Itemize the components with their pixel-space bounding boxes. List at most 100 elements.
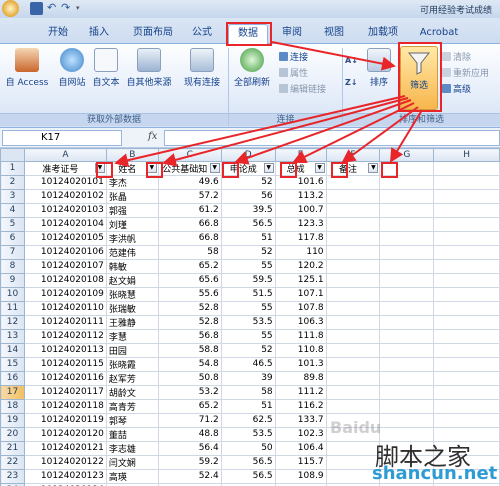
cell[interactable]: 10124020111 — [23, 314, 107, 330]
header-cell[interactable]: 姓名 ▼ — [105, 160, 159, 176]
row-header[interactable]: 12 — [0, 314, 25, 330]
cell[interactable]: 39 — [220, 370, 276, 386]
sort-za-button[interactable]: Z↓ — [345, 78, 358, 87]
existing-connections-button[interactable]: 现有连接 — [181, 48, 223, 88]
cell[interactable] — [325, 286, 381, 302]
filter-dropdown-icon[interactable]: ▼ — [94, 162, 105, 173]
cell[interactable]: 54.8 — [157, 356, 222, 372]
row-header[interactable]: 15 — [0, 356, 25, 372]
cell[interactable]: 110 — [274, 244, 327, 260]
cell[interactable]: 56 — [220, 188, 276, 204]
cell[interactable]: 65.6 — [157, 272, 222, 288]
cell[interactable]: 10124020120 — [23, 426, 107, 442]
office-button[interactable] — [2, 0, 19, 17]
cell[interactable]: 10124020108 — [23, 272, 107, 288]
row-header[interactable]: 22 — [0, 454, 25, 470]
cell[interactable]: 51.5 — [220, 286, 276, 302]
cell[interactable] — [379, 188, 435, 204]
cell[interactable]: 66.8 — [157, 216, 222, 232]
cell[interactable]: 52.4 — [157, 468, 222, 484]
cell[interactable]: 55 — [220, 258, 276, 274]
cell[interactable]: 56.4 — [157, 440, 222, 456]
cell[interactable] — [433, 244, 500, 260]
cell[interactable] — [379, 160, 435, 176]
cell[interactable] — [433, 174, 500, 190]
cell[interactable] — [325, 328, 381, 344]
cell[interactable]: 100.7 — [274, 202, 327, 218]
row-header[interactable]: 14 — [0, 342, 25, 358]
redo-icon[interactable]: ↷ — [61, 2, 74, 15]
cell[interactable]: 10124020113 — [23, 342, 107, 358]
cell[interactable]: 10124020106 — [23, 244, 107, 260]
qat-customize-icon[interactable]: ▾ — [76, 2, 89, 15]
cell[interactable]: 116.2 — [274, 398, 327, 414]
cell[interactable]: 10124020104 — [23, 216, 107, 232]
cell[interactable]: 39.5 — [220, 202, 276, 218]
cell[interactable]: 106.4 — [274, 440, 327, 456]
tab-page-layout[interactable]: 页面布局 — [128, 24, 178, 44]
cell[interactable]: 110.8 — [274, 342, 327, 358]
cell[interactable]: 56.8 — [157, 328, 222, 344]
cell[interactable] — [379, 216, 435, 232]
cell[interactable]: 郭琴 — [105, 412, 159, 428]
tab-data[interactable]: 数据 — [228, 24, 268, 44]
cell[interactable] — [433, 314, 500, 330]
row-header[interactable]: 18 — [0, 398, 25, 414]
row-header[interactable]: 21 — [0, 440, 25, 456]
cell[interactable]: 58 — [157, 244, 222, 260]
cell[interactable]: 49.6 — [157, 174, 222, 190]
cell[interactable]: 59.5 — [220, 272, 276, 288]
cell[interactable]: 张瑞敏 — [105, 300, 159, 316]
cell[interactable]: 10124020115 — [23, 356, 107, 372]
cell[interactable]: 10124020109 — [23, 286, 107, 302]
cell[interactable] — [433, 272, 500, 288]
cell[interactable]: 106.3 — [274, 314, 327, 330]
cell[interactable]: 125.1 — [274, 272, 327, 288]
cell[interactable]: 刘瑾 — [105, 216, 159, 232]
cell[interactable] — [325, 202, 381, 218]
row-header[interactable]: 4 — [0, 202, 25, 218]
cell[interactable]: 10124020112 — [23, 328, 107, 344]
row-header[interactable]: 16 — [0, 370, 25, 386]
cell[interactable]: 48.8 — [157, 426, 222, 442]
cell[interactable] — [325, 356, 381, 372]
from-text-button[interactable]: 自文本 — [90, 48, 122, 88]
cell[interactable]: 55.6 — [157, 286, 222, 302]
tab-addins[interactable]: 加载项 — [360, 24, 406, 44]
cell[interactable]: 133.7 — [274, 412, 327, 428]
cell[interactable]: 107.8 — [274, 300, 327, 316]
cell[interactable]: 高青芳 — [105, 398, 159, 414]
row-header[interactable]: 11 — [0, 300, 25, 316]
row-header[interactable]: 9 — [0, 272, 25, 288]
row-header[interactable]: 23 — [0, 468, 25, 484]
cell[interactable] — [325, 188, 381, 204]
header-cell[interactable]: 备注 ▼ — [325, 160, 381, 176]
cell[interactable]: 10124020121 — [23, 440, 107, 456]
cell[interactable]: 52.8 — [157, 300, 222, 316]
cell[interactable]: 53.2 — [157, 384, 222, 400]
cell[interactable] — [433, 216, 500, 232]
cell[interactable]: 123.3 — [274, 216, 327, 232]
cell[interactable] — [433, 398, 500, 414]
cell[interactable]: 10124020107 — [23, 258, 107, 274]
cell[interactable] — [379, 174, 435, 190]
cell[interactable]: 101.6 — [274, 174, 327, 190]
cell[interactable]: 51 — [220, 230, 276, 246]
cell[interactable]: 115.7 — [274, 454, 327, 470]
cell[interactable] — [325, 384, 381, 400]
cell[interactable] — [325, 174, 381, 190]
row-header[interactable]: 6 — [0, 230, 25, 246]
cell[interactable]: 郭强 — [105, 202, 159, 218]
cell[interactable]: 10124020122 — [23, 454, 107, 470]
cell[interactable] — [379, 286, 435, 302]
cell[interactable]: 51 — [220, 398, 276, 414]
cell[interactable] — [379, 328, 435, 344]
cell[interactable]: 张晶 — [105, 188, 159, 204]
cell[interactable]: 10124020105 — [23, 230, 107, 246]
filter-dropdown-icon[interactable]: ▼ — [146, 162, 157, 173]
advanced-filter-button[interactable]: 高级 — [442, 82, 471, 95]
cell[interactable]: 10124020117 — [23, 384, 107, 400]
header-cell[interactable]: 总成 ▼ — [274, 160, 327, 176]
cell[interactable] — [325, 258, 381, 274]
cell[interactable] — [325, 244, 381, 260]
